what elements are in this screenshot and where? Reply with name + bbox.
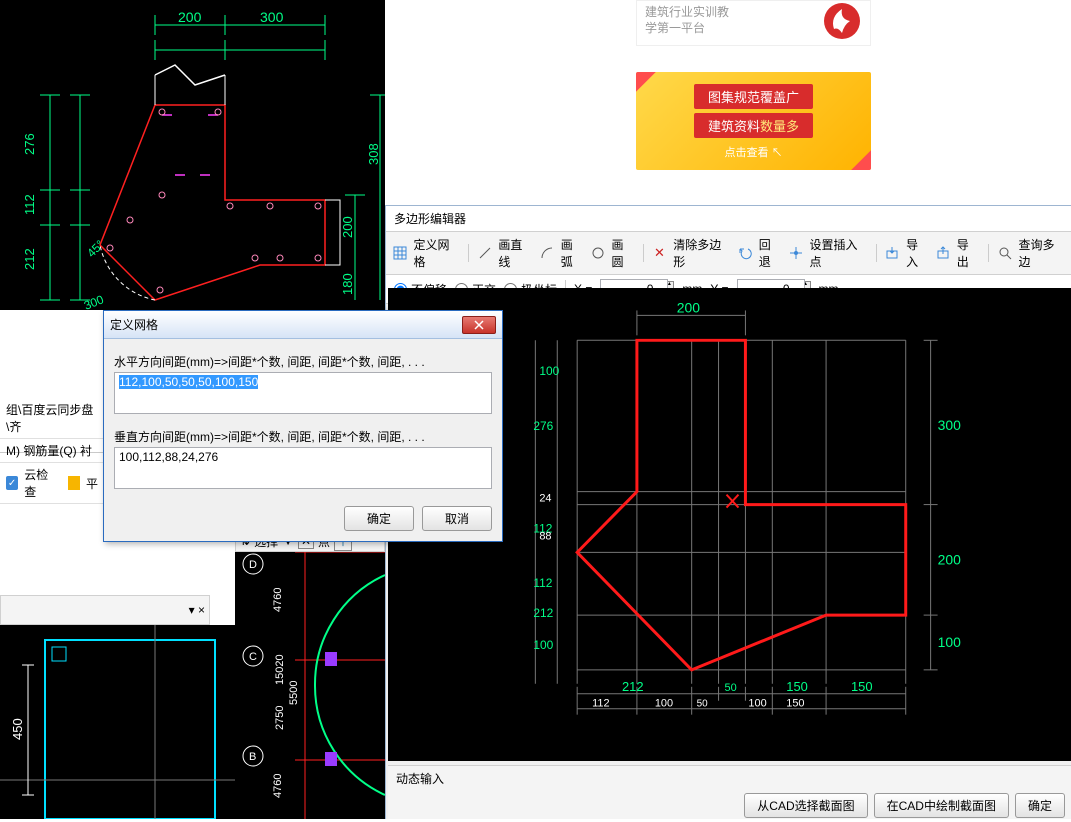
dialog-cancel-button[interactable]: 取消 (422, 506, 492, 531)
svg-text:D: D (249, 559, 257, 571)
ad2-sub: 点击查看 ↖ (724, 144, 782, 160)
undo-button[interactable]: 回退 (759, 236, 782, 270)
svg-text:150: 150 (851, 679, 873, 694)
draw-arc-button[interactable]: 画弧 (561, 236, 584, 270)
grid-icon (392, 245, 407, 261)
dialog-title: 定义网格 (110, 316, 158, 333)
close-icon[interactable] (462, 316, 496, 334)
draw-line-button[interactable]: 画直线 (498, 236, 533, 270)
svg-text:212: 212 (622, 679, 644, 694)
svg-text:100: 100 (938, 634, 961, 650)
svg-text:C: C (249, 651, 257, 663)
svg-text:200: 200 (340, 216, 355, 238)
svg-text:180: 180 (340, 273, 355, 295)
svg-text:200: 200 (938, 551, 961, 567)
svg-text:2750: 2750 (274, 706, 286, 730)
circle-icon (590, 245, 605, 261)
dialog-titlebar[interactable]: 定义网格 (104, 311, 502, 339)
svg-text:100: 100 (533, 638, 553, 652)
svg-text:4760: 4760 (272, 588, 284, 612)
draw-in-cad-button[interactable]: 在CAD中绘制截面图 (874, 793, 1009, 818)
from-cad-button[interactable]: 从CAD选择截面图 (744, 793, 867, 818)
svg-text:450: 450 (10, 718, 25, 740)
svg-text:88: 88 (539, 530, 551, 542)
insert-point-icon (788, 245, 803, 261)
svg-text:B: B (249, 751, 256, 763)
svg-text:112: 112 (533, 576, 552, 590)
polygon-editor-toolbar: 定义网格 画直线 画弧 画圆 ✕ 清除多边形 回退 设置插入点 导入 导出 查询… (386, 232, 1071, 275)
square-icon (68, 476, 80, 490)
polygon-editor-title: 多边形编辑器 (386, 206, 1071, 232)
define-grid-button[interactable]: 定义网格 (413, 236, 459, 270)
undo-icon (737, 245, 752, 261)
dynamic-input-bar[interactable]: 动态输入 (388, 765, 1071, 791)
cloud-check-icon: ✓ (6, 476, 18, 490)
line-icon (477, 245, 492, 261)
define-grid-dialog: 定义网格 水平方向间距(mm)=>间距*个数, 间距, 间距*个数, 间距, .… (103, 310, 503, 542)
set-insert-point-button[interactable]: 设置插入点 (810, 236, 868, 270)
ad2-line1: 图集规范覆盖广 (694, 84, 813, 109)
svg-text:200: 200 (677, 299, 700, 315)
polygon-bottom-buttons: 从CAD选择截面图 在CAD中绘制截面图 确定 (388, 791, 1071, 819)
svg-text:24: 24 (539, 493, 551, 505)
dynamic-input-label: 动态输入 (396, 770, 444, 787)
cursor-icon: ↖ (772, 147, 783, 159)
clear-polygon-button[interactable]: 清除多边形 (673, 236, 731, 270)
import-icon (885, 245, 900, 261)
menu-row[interactable]: M) 钢筋量(Q) 衬 (0, 439, 104, 463)
svg-text:150: 150 (786, 698, 804, 710)
svg-text:112: 112 (592, 698, 609, 710)
cad-viewport-mid: D C B 4760 5500 2750 15020 4760 (235, 530, 385, 819)
svg-text:50: 50 (697, 699, 709, 710)
svg-text:212: 212 (22, 248, 37, 270)
svg-text:200: 200 (178, 9, 202, 25)
ad-banner-atlas[interactable]: 图集规范覆盖广 建筑资料数量多 点击查看 ↖ (636, 72, 871, 170)
path-row: 组\百度云同步盘\齐 (0, 398, 104, 439)
svg-text:150: 150 (786, 679, 808, 694)
svg-text:212: 212 (533, 606, 553, 620)
svg-text:300: 300 (82, 292, 106, 310)
import-button[interactable]: 导入 (906, 236, 929, 270)
cad-viewport-top-left: 200 300 276 112 212 45° 300 308 200 180 (0, 0, 385, 310)
svg-text:276: 276 (533, 419, 553, 433)
search-icon (997, 245, 1012, 261)
svg-text:276: 276 (22, 133, 37, 155)
svg-text:300: 300 (938, 417, 961, 433)
panel-close-handle[interactable]: ▾ × (0, 595, 210, 625)
cloud-check-button[interactable]: 云检查 (24, 466, 56, 500)
vertical-spacing-field[interactable]: 100,112,88,24,276 (114, 447, 492, 489)
ad-training-platform[interactable]: 建筑行业实训教 学第一平台 (636, 0, 871, 46)
export-icon (935, 245, 950, 261)
phoenix-logo-icon (822, 1, 862, 41)
svg-text:112: 112 (22, 194, 37, 215)
svg-text:15020: 15020 (274, 654, 286, 685)
left-panel-fragment: 组\百度云同步盘\齐 M) 钢筋量(Q) 衬 ✓ 云检查 平 (0, 398, 105, 453)
svg-text:5500: 5500 (288, 681, 300, 705)
cad-viewport-bottom-left: 450 (0, 625, 235, 819)
svg-text:308: 308 (366, 143, 381, 165)
dialog-ok-button[interactable]: 确定 (344, 506, 414, 531)
svg-text:100: 100 (655, 698, 673, 710)
horizontal-spacing-label: 水平方向间距(mm)=>间距*个数, 间距, 间距*个数, 间距, . . . (114, 353, 492, 370)
draw-circle-button[interactable]: 画圆 (612, 236, 635, 270)
ping-button[interactable]: 平 (86, 475, 98, 492)
svg-text:100: 100 (748, 698, 766, 710)
vertical-spacing-label: 垂直方向间距(mm)=>间距*个数, 间距, 间距*个数, 间距, . . . (114, 428, 492, 445)
export-button[interactable]: 导出 (957, 236, 980, 270)
ad2-line2: 建筑资料数量多 (694, 113, 813, 138)
svg-text:100: 100 (539, 364, 559, 378)
svg-text:50: 50 (725, 682, 737, 694)
horizontal-spacing-field[interactable]: 112,100,50,50,50,100,150 (114, 372, 492, 414)
arc-icon (539, 245, 554, 261)
ok-button[interactable]: 确定 (1015, 793, 1065, 818)
svg-text:300: 300 (260, 9, 284, 25)
clear-icon: ✕ (652, 245, 667, 261)
query-polygon-button[interactable]: 查询多边 (1019, 236, 1065, 270)
svg-text:4760: 4760 (272, 774, 284, 798)
